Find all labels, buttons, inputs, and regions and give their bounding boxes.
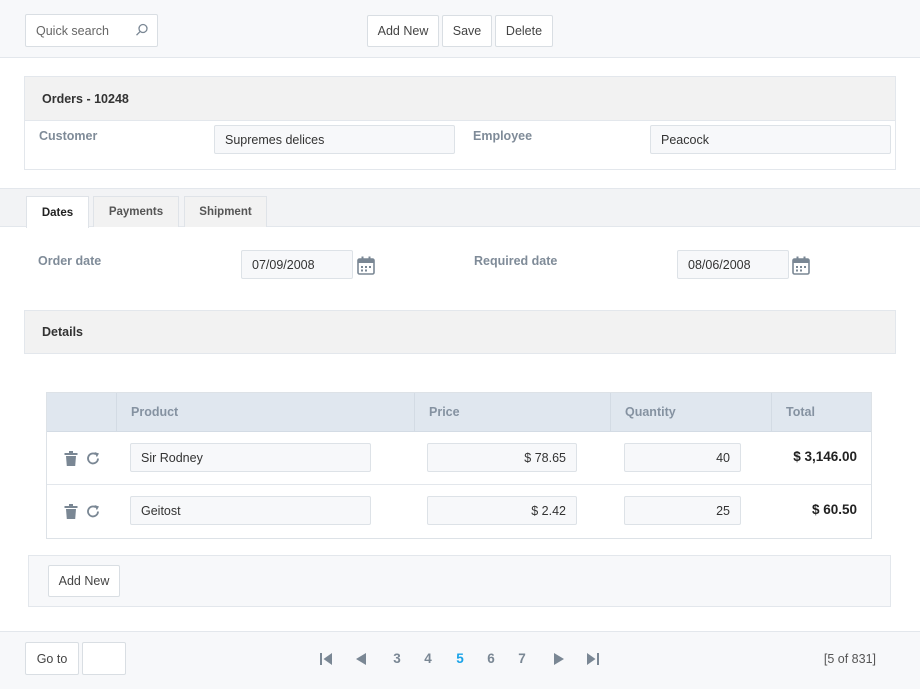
product-column-header[interactable]: Product bbox=[117, 393, 415, 431]
customer-field[interactable] bbox=[214, 125, 455, 154]
price-column-header[interactable]: Price bbox=[415, 393, 611, 431]
trash-icon[interactable] bbox=[64, 504, 78, 519]
next-page-icon[interactable] bbox=[552, 652, 566, 666]
tab-dates[interactable]: Dates bbox=[26, 196, 89, 228]
grid-header: Product Price Quantity Total bbox=[47, 393, 871, 432]
quantity-column-header[interactable]: Quantity bbox=[611, 393, 772, 431]
order-date-calendar-icon[interactable] bbox=[357, 256, 375, 275]
refresh-icon[interactable] bbox=[86, 504, 100, 519]
price-field[interactable] bbox=[427, 496, 577, 525]
total-column-header[interactable]: Total bbox=[772, 393, 871, 431]
order-title: Orders - 10248 bbox=[25, 77, 895, 121]
add-new-button[interactable]: Add New bbox=[367, 15, 439, 47]
delete-button[interactable]: Delete bbox=[495, 15, 553, 47]
page-4[interactable]: 4 bbox=[421, 651, 435, 666]
add-detail-button[interactable]: Add New bbox=[48, 565, 120, 597]
order-panel: Orders - 10248 Customer Employee bbox=[24, 76, 896, 170]
prev-page-icon[interactable] bbox=[354, 652, 368, 666]
grid-footer: Add New bbox=[28, 555, 891, 607]
order-date-label: Order date bbox=[38, 254, 102, 268]
search-input[interactable] bbox=[26, 15, 136, 46]
details-grid: Product Price Quantity Total $ 3,146.00 bbox=[46, 392, 872, 539]
required-date-calendar-icon[interactable] bbox=[792, 256, 810, 275]
details-title: Details bbox=[25, 311, 895, 353]
toolbar: Add New Save Delete bbox=[0, 0, 920, 58]
price-field[interactable] bbox=[427, 443, 577, 472]
actions-column-header bbox=[47, 393, 117, 431]
first-page-icon[interactable] bbox=[319, 652, 333, 666]
page-3[interactable]: 3 bbox=[390, 651, 404, 666]
product-field[interactable] bbox=[130, 496, 371, 525]
details-panel: Details bbox=[24, 310, 896, 354]
customer-label: Customer bbox=[39, 129, 98, 143]
page-7[interactable]: 7 bbox=[515, 651, 529, 666]
save-button[interactable]: Save bbox=[442, 15, 492, 47]
tab-shipment[interactable]: Shipment bbox=[184, 196, 267, 227]
last-page-icon[interactable] bbox=[586, 652, 600, 666]
tabs-bar: Dates Payments Shipment bbox=[0, 188, 920, 228]
quantity-field[interactable] bbox=[624, 496, 741, 525]
order-date-field[interactable] bbox=[241, 250, 353, 279]
product-field[interactable] bbox=[130, 443, 371, 472]
refresh-icon[interactable] bbox=[86, 451, 100, 466]
page-6[interactable]: 6 bbox=[484, 651, 498, 666]
tab-payments[interactable]: Payments bbox=[93, 196, 179, 227]
table-row: $ 3,146.00 bbox=[47, 432, 871, 485]
employee-label: Employee bbox=[473, 129, 533, 143]
goto-page-input[interactable] bbox=[82, 642, 126, 675]
required-date-field[interactable] bbox=[677, 250, 789, 279]
page-info: [5 of 831] bbox=[823, 652, 876, 666]
search-icon[interactable] bbox=[135, 23, 149, 37]
row-total: $ 60.50 bbox=[811, 502, 857, 517]
page-5-current[interactable]: 5 bbox=[453, 651, 467, 666]
quantity-field[interactable] bbox=[624, 443, 741, 472]
quick-search-box bbox=[25, 14, 158, 47]
trash-icon[interactable] bbox=[64, 451, 78, 466]
employee-field[interactable] bbox=[650, 125, 891, 154]
table-row: $ 60.50 bbox=[47, 485, 871, 538]
row-total: $ 3,146.00 bbox=[793, 449, 857, 464]
goto-button[interactable]: Go to bbox=[25, 642, 79, 675]
pager: Go to 3 4 5 6 7 [5 of 831] bbox=[0, 631, 920, 689]
required-date-label: Required date bbox=[474, 254, 558, 268]
